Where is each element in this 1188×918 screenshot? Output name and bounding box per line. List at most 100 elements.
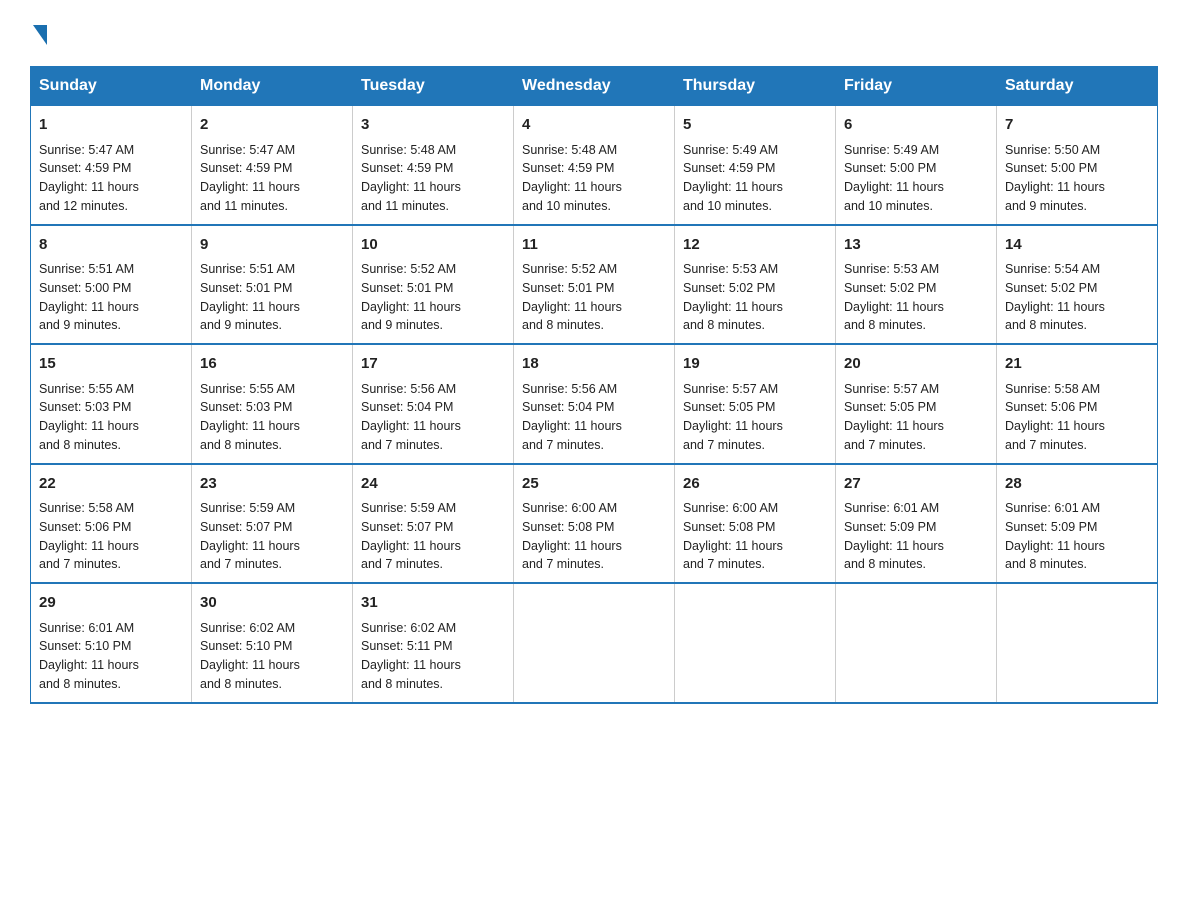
table-row: 28 Sunrise: 6:01 AMSunset: 5:09 PMDaylig… <box>997 464 1158 584</box>
day-info: Sunrise: 5:48 AMSunset: 4:59 PMDaylight:… <box>522 141 666 216</box>
table-row: 18 Sunrise: 5:56 AMSunset: 5:04 PMDaylig… <box>514 344 675 464</box>
table-row <box>514 583 675 703</box>
table-row: 2 Sunrise: 5:47 AMSunset: 4:59 PMDayligh… <box>192 106 353 225</box>
table-row: 20 Sunrise: 5:57 AMSunset: 5:05 PMDaylig… <box>836 344 997 464</box>
day-info: Sunrise: 5:55 AMSunset: 5:03 PMDaylight:… <box>200 380 344 455</box>
day-number: 8 <box>39 234 183 257</box>
header-friday: Friday <box>836 67 997 106</box>
table-row: 1 Sunrise: 5:47 AMSunset: 4:59 PMDayligh… <box>31 106 192 225</box>
table-row: 14 Sunrise: 5:54 AMSunset: 5:02 PMDaylig… <box>997 225 1158 345</box>
day-info: Sunrise: 6:01 AMSunset: 5:09 PMDaylight:… <box>1005 499 1149 574</box>
header-sunday: Sunday <box>31 67 192 106</box>
page-header <box>30 20 1158 48</box>
table-row: 16 Sunrise: 5:55 AMSunset: 5:03 PMDaylig… <box>192 344 353 464</box>
table-row: 29 Sunrise: 6:01 AMSunset: 5:10 PMDaylig… <box>31 583 192 703</box>
day-number: 30 <box>200 592 344 615</box>
day-info: Sunrise: 5:57 AMSunset: 5:05 PMDaylight:… <box>844 380 988 455</box>
day-number: 16 <box>200 353 344 376</box>
day-number: 14 <box>1005 234 1149 257</box>
day-number: 18 <box>522 353 666 376</box>
day-info: Sunrise: 5:52 AMSunset: 5:01 PMDaylight:… <box>522 260 666 335</box>
table-row: 23 Sunrise: 5:59 AMSunset: 5:07 PMDaylig… <box>192 464 353 584</box>
day-number: 1 <box>39 114 183 137</box>
day-info: Sunrise: 5:57 AMSunset: 5:05 PMDaylight:… <box>683 380 827 455</box>
day-info: Sunrise: 5:51 AMSunset: 5:00 PMDaylight:… <box>39 260 183 335</box>
calendar-body: 1 Sunrise: 5:47 AMSunset: 4:59 PMDayligh… <box>31 106 1158 703</box>
day-number: 4 <box>522 114 666 137</box>
calendar-table: Sunday Monday Tuesday Wednesday Thursday… <box>30 66 1158 704</box>
day-info: Sunrise: 5:52 AMSunset: 5:01 PMDaylight:… <box>361 260 505 335</box>
table-row: 4 Sunrise: 5:48 AMSunset: 4:59 PMDayligh… <box>514 106 675 225</box>
day-number: 13 <box>844 234 988 257</box>
day-number: 24 <box>361 473 505 496</box>
table-row: 3 Sunrise: 5:48 AMSunset: 4:59 PMDayligh… <box>353 106 514 225</box>
table-row: 25 Sunrise: 6:00 AMSunset: 5:08 PMDaylig… <box>514 464 675 584</box>
day-number: 26 <box>683 473 827 496</box>
day-info: Sunrise: 5:56 AMSunset: 5:04 PMDaylight:… <box>522 380 666 455</box>
day-number: 6 <box>844 114 988 137</box>
header-wednesday: Wednesday <box>514 67 675 106</box>
day-info: Sunrise: 5:59 AMSunset: 5:07 PMDaylight:… <box>361 499 505 574</box>
table-row: 12 Sunrise: 5:53 AMSunset: 5:02 PMDaylig… <box>675 225 836 345</box>
day-info: Sunrise: 6:02 AMSunset: 5:11 PMDaylight:… <box>361 619 505 694</box>
table-row: 11 Sunrise: 5:52 AMSunset: 5:01 PMDaylig… <box>514 225 675 345</box>
day-number: 17 <box>361 353 505 376</box>
table-row: 21 Sunrise: 5:58 AMSunset: 5:06 PMDaylig… <box>997 344 1158 464</box>
calendar-header: Sunday Monday Tuesday Wednesday Thursday… <box>31 67 1158 106</box>
day-number: 25 <box>522 473 666 496</box>
day-info: Sunrise: 6:02 AMSunset: 5:10 PMDaylight:… <box>200 619 344 694</box>
day-info: Sunrise: 5:49 AMSunset: 4:59 PMDaylight:… <box>683 141 827 216</box>
header-tuesday: Tuesday <box>353 67 514 106</box>
table-row: 31 Sunrise: 6:02 AMSunset: 5:11 PMDaylig… <box>353 583 514 703</box>
day-number: 31 <box>361 592 505 615</box>
table-row: 22 Sunrise: 5:58 AMSunset: 5:06 PMDaylig… <box>31 464 192 584</box>
day-number: 3 <box>361 114 505 137</box>
table-row: 19 Sunrise: 5:57 AMSunset: 5:05 PMDaylig… <box>675 344 836 464</box>
day-info: Sunrise: 5:53 AMSunset: 5:02 PMDaylight:… <box>844 260 988 335</box>
day-number: 12 <box>683 234 827 257</box>
day-info: Sunrise: 5:54 AMSunset: 5:02 PMDaylight:… <box>1005 260 1149 335</box>
day-number: 29 <box>39 592 183 615</box>
day-number: 28 <box>1005 473 1149 496</box>
table-row: 15 Sunrise: 5:55 AMSunset: 5:03 PMDaylig… <box>31 344 192 464</box>
day-info: Sunrise: 5:47 AMSunset: 4:59 PMDaylight:… <box>200 141 344 216</box>
day-info: Sunrise: 6:00 AMSunset: 5:08 PMDaylight:… <box>683 499 827 574</box>
day-info: Sunrise: 5:53 AMSunset: 5:02 PMDaylight:… <box>683 260 827 335</box>
day-info: Sunrise: 6:01 AMSunset: 5:10 PMDaylight:… <box>39 619 183 694</box>
table-row: 27 Sunrise: 6:01 AMSunset: 5:09 PMDaylig… <box>836 464 997 584</box>
table-row: 13 Sunrise: 5:53 AMSunset: 5:02 PMDaylig… <box>836 225 997 345</box>
logo-general-text <box>30 20 47 48</box>
day-info: Sunrise: 5:51 AMSunset: 5:01 PMDaylight:… <box>200 260 344 335</box>
header-saturday: Saturday <box>997 67 1158 106</box>
day-info: Sunrise: 5:56 AMSunset: 5:04 PMDaylight:… <box>361 380 505 455</box>
table-row: 10 Sunrise: 5:52 AMSunset: 5:01 PMDaylig… <box>353 225 514 345</box>
table-row: 24 Sunrise: 5:59 AMSunset: 5:07 PMDaylig… <box>353 464 514 584</box>
table-row: 26 Sunrise: 6:00 AMSunset: 5:08 PMDaylig… <box>675 464 836 584</box>
header-monday: Monday <box>192 67 353 106</box>
day-number: 5 <box>683 114 827 137</box>
day-info: Sunrise: 5:55 AMSunset: 5:03 PMDaylight:… <box>39 380 183 455</box>
table-row: 6 Sunrise: 5:49 AMSunset: 5:00 PMDayligh… <box>836 106 997 225</box>
table-row: 30 Sunrise: 6:02 AMSunset: 5:10 PMDaylig… <box>192 583 353 703</box>
table-row: 17 Sunrise: 5:56 AMSunset: 5:04 PMDaylig… <box>353 344 514 464</box>
day-number: 15 <box>39 353 183 376</box>
day-info: Sunrise: 5:47 AMSunset: 4:59 PMDaylight:… <box>39 141 183 216</box>
day-number: 20 <box>844 353 988 376</box>
day-info: Sunrise: 5:58 AMSunset: 5:06 PMDaylight:… <box>1005 380 1149 455</box>
table-row: 9 Sunrise: 5:51 AMSunset: 5:01 PMDayligh… <box>192 225 353 345</box>
day-info: Sunrise: 5:50 AMSunset: 5:00 PMDaylight:… <box>1005 141 1149 216</box>
day-number: 27 <box>844 473 988 496</box>
table-row: 8 Sunrise: 5:51 AMSunset: 5:00 PMDayligh… <box>31 225 192 345</box>
day-number: 22 <box>39 473 183 496</box>
day-number: 7 <box>1005 114 1149 137</box>
table-row: 5 Sunrise: 5:49 AMSunset: 4:59 PMDayligh… <box>675 106 836 225</box>
day-number: 2 <box>200 114 344 137</box>
day-info: Sunrise: 5:48 AMSunset: 4:59 PMDaylight:… <box>361 141 505 216</box>
table-row: 7 Sunrise: 5:50 AMSunset: 5:00 PMDayligh… <box>997 106 1158 225</box>
header-thursday: Thursday <box>675 67 836 106</box>
day-info: Sunrise: 6:00 AMSunset: 5:08 PMDaylight:… <box>522 499 666 574</box>
day-info: Sunrise: 5:58 AMSunset: 5:06 PMDaylight:… <box>39 499 183 574</box>
day-number: 23 <box>200 473 344 496</box>
day-number: 10 <box>361 234 505 257</box>
day-info: Sunrise: 5:49 AMSunset: 5:00 PMDaylight:… <box>844 141 988 216</box>
